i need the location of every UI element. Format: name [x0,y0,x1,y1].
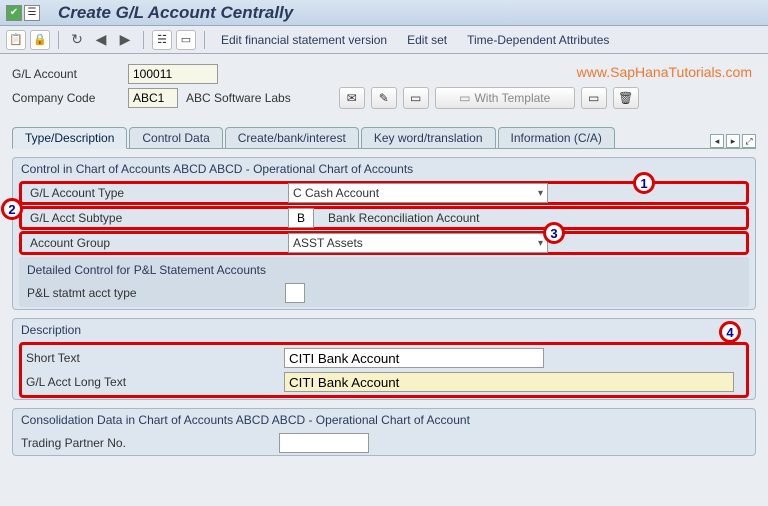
separator [58,31,59,49]
tab-create-bank[interactable]: Create/bank/interest [225,127,359,148]
edit-icon[interactable]: ✎ [371,87,397,109]
acct-subtype-label: G/L Acct Subtype [30,211,280,225]
ok-icon[interactable]: ✔ [6,5,22,21]
sub-header-pl: Detailed Control for P&L Statement Accou… [19,259,749,281]
next-icon[interactable]: ▶ [115,30,135,50]
delete-icon[interactable]: 🗑 [613,87,639,109]
acct-subtype-code[interactable] [288,208,314,228]
tabstrip: Type/Description Control Data Create/ban… [12,126,756,149]
with-template-button[interactable]: ▭With Template [435,87,575,109]
acct-subtype-desc: Bank Reconciliation Account [322,211,485,225]
toolbar: 📋 🔒 ↻ ◀ ▶ ☵ ▭ Edit financial statement v… [0,26,768,54]
group-header-consol: Consolidation Data in Chart of Accounts … [13,409,755,431]
display-icon[interactable]: ▭ [403,87,429,109]
account-group-label: Account Group [30,236,280,250]
tab-scroll-left-icon[interactable]: ◂ [710,134,724,148]
company-code-label: Company Code [12,91,120,105]
lock-icon[interactable]: 🔒 [30,30,50,50]
menu-edit-fsv[interactable]: Edit financial statement version [213,33,395,47]
group-description: 4 Description Short Text G/L Acct Long T… [12,318,756,400]
tab-scroll-right-icon[interactable]: ▸ [726,134,740,148]
account-type-dropdown[interactable]: C Cash Account [288,183,548,203]
tab-information[interactable]: Information (C/A) [498,127,615,148]
annotation-3: 3 [543,222,565,244]
hold-icon[interactable]: ✉ [339,87,365,109]
list-icon[interactable]: ☵ [152,30,172,50]
prev-icon[interactable]: ◀ [91,30,111,50]
group-header-desc: Description [13,319,755,341]
account-group-dropdown[interactable]: ASST Assets [288,233,548,253]
tab-type-description[interactable]: Type/Description [12,127,127,149]
copy-icon[interactable]: 📋 [6,30,26,50]
refresh-icon[interactable]: ↻ [67,30,87,50]
company-code-input[interactable] [128,88,178,108]
menu-time-dep[interactable]: Time-Dependent Attributes [459,33,617,47]
separator [143,31,144,49]
menu-edit-set[interactable]: Edit set [399,33,455,47]
tab-control-data[interactable]: Control Data [129,127,222,148]
annotation-4: 4 [719,321,741,343]
annotation-2: 2 [1,198,23,220]
trading-partner-input[interactable] [279,433,369,453]
page-title: Create G/L Account Centrally [58,3,293,23]
pl-statmt-label: P&L statmt acct type [27,286,277,300]
company-code-desc: ABC Software Labs [186,91,291,105]
gl-account-input[interactable] [128,64,218,84]
doc-icon[interactable]: ▭ [176,30,196,50]
group-control-coa: 1 2 3 Control in Chart of Accounts ABCD … [12,157,756,310]
long-text-input[interactable] [284,372,734,392]
tab-keyword[interactable]: Key word/translation [361,127,496,148]
watermark: www.SapHanaTutorials.com [577,64,752,80]
long-text-label: G/L Acct Long Text [26,375,276,389]
short-text-label: Short Text [26,351,276,365]
annotation-1: 1 [633,172,655,194]
account-type-label: G/L Account Type [30,186,280,200]
separator [204,31,205,49]
pl-statmt-input[interactable] [285,283,305,303]
copy2-icon[interactable]: ▭ [581,87,607,109]
short-text-input[interactable] [284,348,544,368]
menu-icon[interactable]: ☰ [24,5,40,21]
group-consolidation: Consolidation Data in Chart of Accounts … [12,408,756,456]
tab-expand-icon[interactable]: ⤢ [742,134,756,148]
titlebar: ✔ ☰ Create G/L Account Centrally [0,0,768,26]
gl-account-label: G/L Account [12,67,120,81]
trading-partner-label: Trading Partner No. [21,436,271,450]
